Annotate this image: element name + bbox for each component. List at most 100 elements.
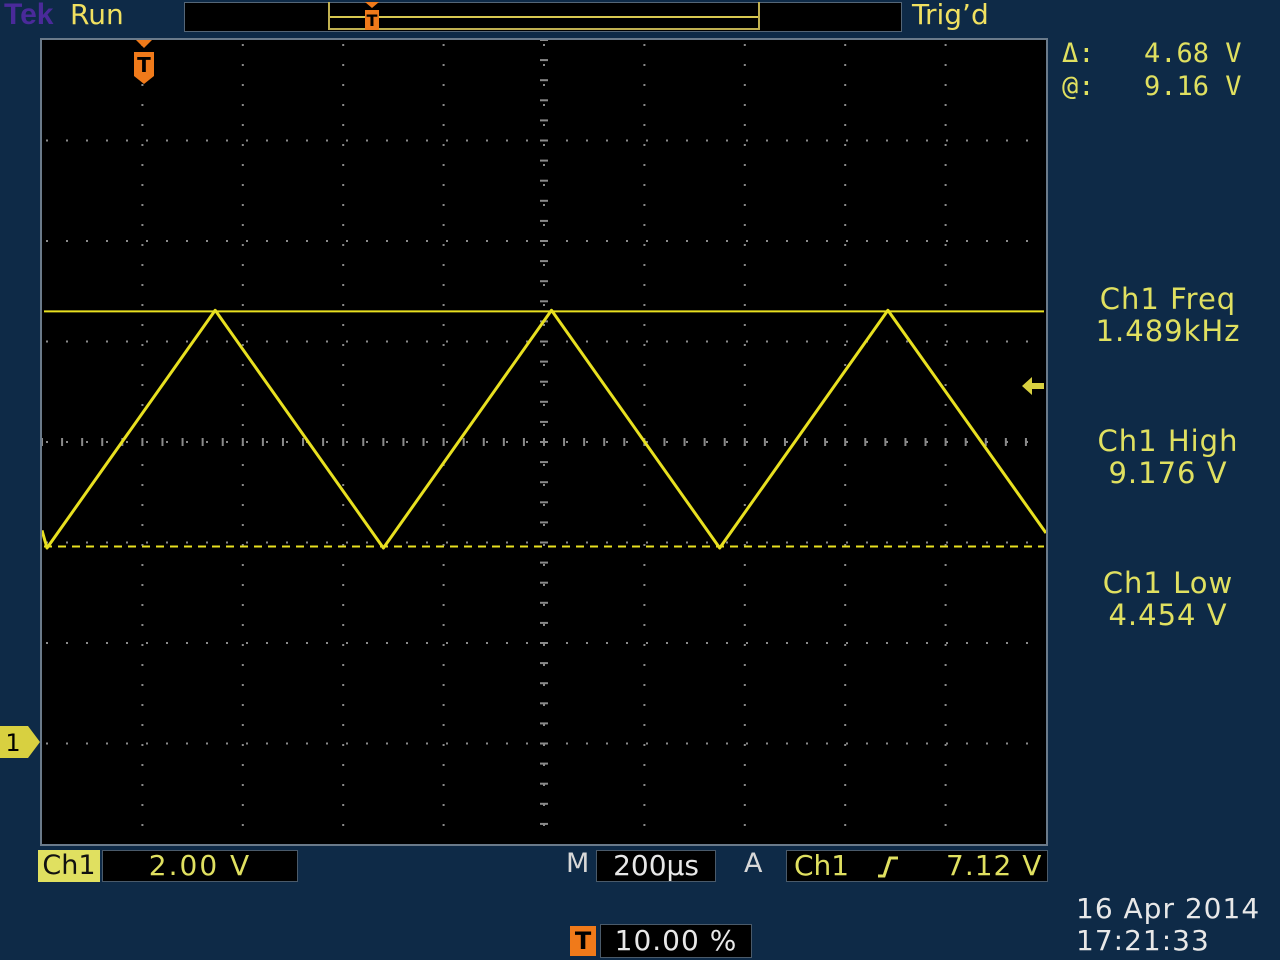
grid-dot: [241, 84, 244, 86]
grid-dot: [643, 704, 646, 706]
grid-dot: [106, 642, 108, 644]
grid-dot: [326, 541, 328, 544]
grid-dot: [166, 742, 168, 745]
grid-dot: [241, 724, 244, 726]
grid-tick: [281, 438, 284, 446]
grid-dot: [346, 742, 348, 745]
trigger-source[interactable]: Ch1: [794, 850, 849, 882]
grid-dot: [141, 804, 144, 806]
grid-dot: [944, 704, 947, 706]
grid-dot: [141, 404, 144, 406]
grid-dot: [743, 764, 746, 766]
grid-dot: [626, 441, 628, 443]
grid-dot: [766, 441, 768, 443]
grid-dot: [886, 240, 888, 242]
grid-dot: [743, 464, 746, 466]
grid-dot: [126, 139, 128, 142]
grid-dot: [442, 104, 445, 106]
grid-dot: [442, 344, 445, 346]
grid-dot: [686, 240, 688, 242]
grid-dot: [606, 139, 608, 142]
grid-dot: [844, 344, 847, 346]
ch1-badge[interactable]: Ch1: [38, 850, 100, 882]
grid-dot: [86, 441, 88, 443]
grid-dot: [486, 240, 488, 242]
grid-dot: [442, 224, 445, 226]
ch1-ground-marker[interactable]: 1: [0, 726, 42, 758]
grid-dot: [826, 139, 828, 142]
grid-dot: [706, 441, 708, 443]
vertical-scale[interactable]: 2.00 V: [102, 850, 298, 882]
grid-dot: [106, 240, 108, 242]
grid-dot: [944, 564, 947, 566]
grid-dot: [141, 684, 144, 686]
grid-dot: [442, 184, 445, 186]
grid-dot: [506, 742, 508, 745]
grid-dot: [946, 340, 948, 343]
grid-dot: [743, 204, 746, 206]
grid-dot: [66, 240, 68, 242]
grid-dot: [442, 404, 445, 406]
grid-dot: [786, 139, 788, 142]
grid-dot: [944, 64, 947, 66]
grid-dot: [846, 441, 848, 443]
grid-dot: [986, 340, 988, 343]
grid-dot: [944, 804, 947, 806]
grid-dot: [506, 642, 508, 644]
grid-dot: [442, 244, 445, 246]
grid-tick: [540, 199, 548, 202]
grid-dot: [86, 642, 88, 644]
trigger-level[interactable]: 7.12 V: [946, 850, 1042, 882]
grid-dot: [844, 464, 847, 466]
grid-dot: [906, 742, 908, 745]
grid-dot: [1006, 742, 1008, 745]
grid-dot: [342, 644, 345, 646]
grid-dot: [944, 504, 947, 506]
grid-dot: [844, 44, 847, 46]
grid-dot: [442, 784, 445, 786]
grid-dot: [543, 284, 545, 286]
trigger-position-icon[interactable]: T: [130, 40, 158, 86]
grid-dot: [342, 604, 345, 606]
grid-dot: [866, 742, 868, 745]
grid-dot: [826, 742, 828, 745]
grid-tick: [81, 438, 84, 446]
grid-dot: [586, 441, 588, 443]
grid-dot: [342, 584, 345, 586]
delta-label: Δ:: [1062, 38, 1095, 69]
grid-dot: [543, 204, 545, 206]
grid-dot: [46, 642, 48, 644]
grid-dot: [146, 240, 148, 242]
grid-dot: [446, 240, 448, 242]
grid-dot: [186, 642, 188, 644]
grid-dot: [946, 642, 948, 644]
grid-dot: [566, 340, 568, 343]
grid-dot: [743, 524, 746, 526]
grid-tick: [540, 119, 548, 122]
trigger-position-value[interactable]: 10.00 %: [600, 924, 752, 958]
grid-dot: [241, 224, 244, 226]
grid-dot: [86, 240, 88, 242]
grid-dot: [586, 642, 588, 644]
grid-dot: [944, 524, 947, 526]
trigger-level-arrow-icon[interactable]: [1020, 374, 1046, 398]
grid-dot: [566, 541, 568, 544]
grid-dot: [643, 584, 646, 586]
grid-dot: [141, 384, 144, 386]
grid-dot: [643, 304, 646, 306]
horizontal-scale[interactable]: 200µs: [596, 850, 716, 882]
grid-dot: [442, 724, 445, 726]
grid-dot: [326, 240, 328, 242]
grid-dot: [844, 144, 847, 146]
grid-dot: [1026, 541, 1028, 544]
grid-dot: [543, 84, 545, 86]
grid-dot: [141, 344, 144, 346]
grid-dot: [141, 584, 144, 586]
grid-dot: [586, 139, 588, 142]
grid-dot: [606, 240, 608, 242]
grid-dot: [342, 164, 345, 166]
grid-tick: [540, 300, 548, 303]
grid-dot: [586, 742, 588, 745]
grid-dot: [766, 742, 768, 745]
grid-dot: [526, 642, 528, 644]
